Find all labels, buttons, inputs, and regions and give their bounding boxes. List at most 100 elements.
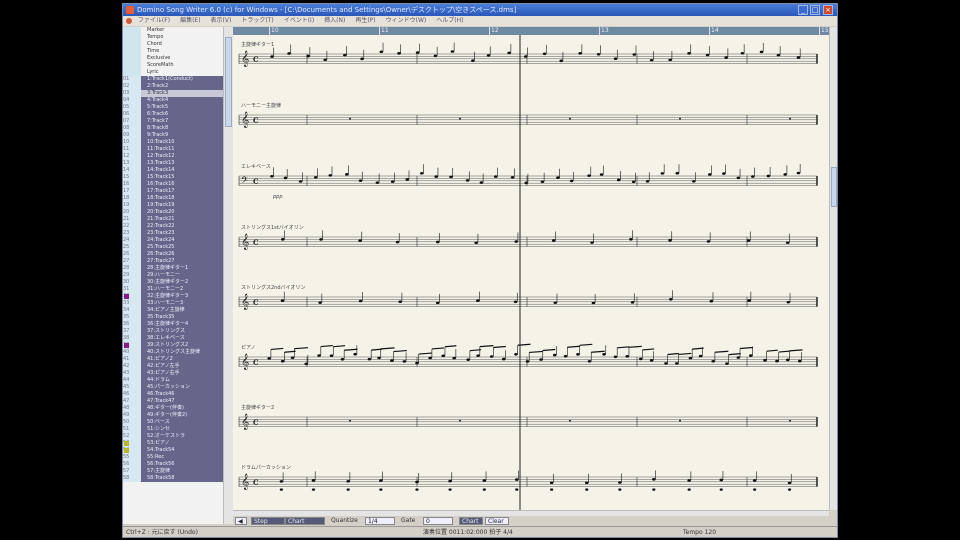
maximize-button[interactable]: □ [810,5,820,15]
score-vertical-scrollbar[interactable] [829,27,837,510]
note-head [631,180,636,183]
track-row[interactable]: 42 42:ピアノ左手 [123,363,223,370]
track-row[interactable]: 12 12:Track12 [123,153,223,160]
track-row[interactable]: 46 46:Track46 [123,391,223,398]
track-row[interactable]: 28 28:主旋律ギター1 [123,265,223,272]
menu-item[interactable]: トラック(T) [241,17,273,24]
track-row[interactable]: 05 5:Track5 [123,104,223,111]
track-row[interactable]: 41 41:ピアノ2 [123,356,223,363]
note-head [428,356,433,360]
track-row[interactable]: 21 21:Track21 [123,216,223,223]
score-view[interactable]: 10 11 12 13 14 15 主旋律ギター1 𝄞 C ハーモニー主旋律 𝄞 C エレキベース 𝄢 C… [233,27,829,510]
score-staves[interactable]: 主旋律ギター1 𝄞 C ハーモニー主旋律 𝄞 C エレキベース 𝄢 Cppp ストリングス1stバ… [233,27,829,510]
menu-item[interactable]: ウィンドウ(W) [386,17,427,24]
track-row[interactable]: 14 14:Track14 [123,167,223,174]
track-row[interactable]: 47 47:Track47 [123,398,223,405]
track-row[interactable]: 43 43:ピアノ右手 [123,370,223,377]
track-row[interactable]: 36 36:主旋律ギター4 [123,321,223,328]
view-sub-select[interactable]: Chart [285,517,325,525]
menu-item[interactable]: 挿入(N) [324,17,345,24]
track-row[interactable]: 16 16:Track16 [123,181,223,188]
track-row[interactable]: 02 2:Track2 [123,83,223,90]
track-row[interactable]: 40 40:ストリングス主旋律 [123,349,223,356]
track-row[interactable]: 56 56:Track56 [123,461,223,468]
track-row[interactable]: 37 37:ストリングス [123,328,223,335]
menu-item[interactable]: 表示(V) [211,17,232,24]
track-row[interactable]: 3232:主旋律ギター3 [123,293,223,300]
scroll-thumb[interactable] [831,167,837,207]
track-row[interactable]: 30 30:主旋律ギター2 [123,279,223,286]
clear-button[interactable]: Clear [485,517,509,525]
track-row[interactable]: Chord [123,41,223,48]
track-row[interactable]: 50 50:ベース [123,419,223,426]
track-row[interactable]: 52 52:オーケストラ [123,433,223,440]
track-row[interactable]: 31 31:ハーモニー2 [123,286,223,293]
minimize-button[interactable]: _ [798,5,808,15]
track-row[interactable]: 27 27:Track27 [123,258,223,265]
track-row[interactable]: 38 38:エレキベース [123,335,223,342]
track-row[interactable]: 34 34:ピアノ主旋律 [123,307,223,314]
note-head [514,352,518,356]
track-row[interactable]: 20 20:Track20 [123,209,223,216]
note-head [306,54,310,58]
track-row[interactable]: 13 13:Track13 [123,160,223,167]
track-row[interactable]: 01 1:Track1(Conduct) [123,76,223,83]
quantize-input[interactable]: 1/4 [365,517,395,525]
track-row[interactable]: 22 22:Track22 [123,223,223,230]
menu-item[interactable]: ファイル(F) [138,17,170,24]
track-row[interactable]: 19 19:Track19 [123,202,223,209]
note-head [787,481,792,485]
track-row[interactable]: 03 3:Track3 [123,90,223,97]
close-button[interactable]: × [823,5,833,15]
time-signature: C [253,298,259,307]
scroll-thumb[interactable] [225,37,232,127]
track-row[interactable]: 24 24:Track24 [123,237,223,244]
track-row[interactable]: Tempo [123,34,223,41]
track-row[interactable]: 25 25:Track25 [123,244,223,251]
track-row[interactable]: 26 26:Track26 [123,251,223,258]
track-row[interactable]: 5353:ピアノ [123,440,223,447]
track-row[interactable]: 55 55:Rec [123,454,223,461]
menu-item[interactable]: ヘルプ(H) [436,17,463,24]
track-row[interactable]: 29 29:ハーモニー [123,272,223,279]
track-row[interactable]: ScoreMath [123,62,223,69]
view-mode-select[interactable]: Step [251,517,285,525]
track-row[interactable]: 18 18:Track18 [123,195,223,202]
gate-input[interactable]: 0 [423,517,453,525]
track-list-scrollbar[interactable] [223,27,233,524]
track-row[interactable]: 49 49:ギター(伴奏2) [123,412,223,419]
note-head [280,299,285,302]
menu-item[interactable]: 再生(P) [355,17,375,24]
track-row[interactable]: Marker [123,27,223,34]
track-row[interactable]: 23 23:Track23 [123,230,223,237]
track-row[interactable]: 57 57:主旋律 [123,468,223,475]
track-row[interactable]: 35 35:Track35 [123,314,223,321]
track-row[interactable]: 11 11:Track11 [123,146,223,153]
track-row[interactable]: 5454:Track54 [123,447,223,454]
track-name: 21:Track21 [147,216,175,222]
track-row[interactable]: 51 51:シンセ [123,426,223,433]
track-row[interactable]: 06 6:Track6 [123,111,223,118]
track-row[interactable]: 45 45:パーカッション [123,384,223,391]
track-row[interactable]: 44 44:ドラム [123,377,223,384]
menu-item[interactable]: イベント(I) [284,17,314,24]
track-row[interactable]: 04 4:Track4 [123,97,223,104]
track-row[interactable]: 48 48:ギター(伴奏) [123,405,223,412]
track-name: 12:Track12 [147,153,175,159]
track-row[interactable]: Exclusive [123,55,223,62]
chart-button[interactable]: Chart [459,517,483,525]
track-row[interactable]: 15 15:Track15 [123,174,223,181]
track-row[interactable]: 3939:ストリングス2 [123,342,223,349]
track-row[interactable]: 08 8:Track8 [123,125,223,132]
note-head [591,301,596,305]
track-row[interactable]: 09 9:Track9 [123,132,223,139]
scroll-left-button[interactable]: ◀ [235,517,247,525]
track-row[interactable]: Lyric [123,69,223,76]
track-row[interactable]: Time [123,48,223,55]
menu-item[interactable]: 編集(E) [180,17,200,24]
track-row[interactable]: 33 33:ハーモニー3 [123,300,223,307]
track-row[interactable]: 58 58:Track58 [123,475,223,482]
track-row[interactable]: 10 10:Track10 [123,139,223,146]
track-row[interactable]: 17 17:Track17 [123,188,223,195]
track-row[interactable]: 07 7:Track7 [123,118,223,125]
